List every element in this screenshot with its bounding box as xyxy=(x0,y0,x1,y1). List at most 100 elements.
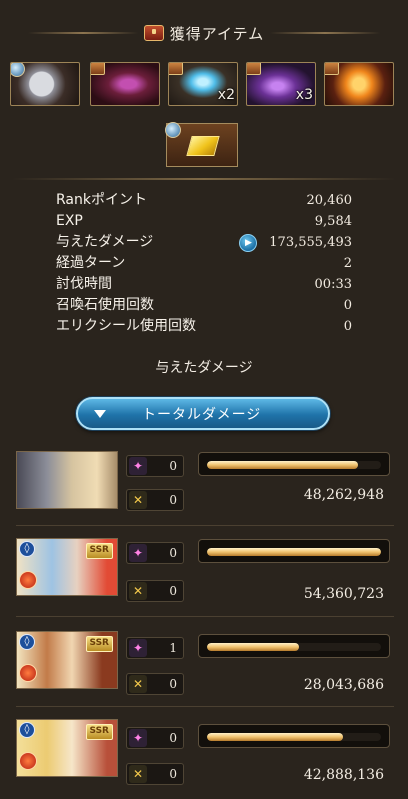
chain-burst-icon: ✕ xyxy=(129,675,147,693)
gauge-track xyxy=(207,461,381,469)
charge-gauge xyxy=(198,724,390,748)
ougi-counter: ✦ 1 xyxy=(126,637,184,659)
party-row: ◊ SSR ✦ 1 ✕ 0 28,043,686 xyxy=(16,631,394,695)
chest-badge-icon xyxy=(325,63,339,75)
ougi-counter: ✦ 0 xyxy=(126,455,184,477)
loot-title: 獲得アイテム xyxy=(169,24,265,43)
stat-row: 与えたダメージ ▶ 173,555,493 xyxy=(56,232,352,253)
header-flourish-left xyxy=(28,32,138,34)
sparkle-icon: ✦ xyxy=(129,639,147,657)
chain-count: 0 xyxy=(169,767,177,781)
fire-element-icon xyxy=(19,752,37,770)
loot-item-1[interactable] xyxy=(10,62,80,106)
stat-row: EXP 9,584 xyxy=(56,211,352,232)
ougi-counter: ✦ 0 xyxy=(126,727,184,749)
stat-label: EXP xyxy=(56,213,83,229)
gauge-fill xyxy=(207,643,300,651)
stat-label: エリクシール使用回数 xyxy=(56,318,196,334)
damage-section-title: 与えたダメージ xyxy=(155,360,253,376)
stat-row: エリクシール使用回数 0 xyxy=(56,316,352,337)
character-portrait[interactable]: ◊ SSR xyxy=(16,538,118,596)
damage-value: 48,262,948 xyxy=(303,487,384,503)
chest-badge-icon xyxy=(169,63,183,75)
row-divider xyxy=(16,525,394,526)
ssr-badge: SSR xyxy=(85,543,113,559)
stat-value: 00:33 xyxy=(314,277,352,292)
loot-item-4[interactable]: x3 xyxy=(246,62,316,106)
row-divider xyxy=(16,616,394,617)
treasure-chest-icon xyxy=(143,25,164,41)
chain-count: 0 xyxy=(169,493,177,507)
ssr-badge: SSR xyxy=(85,724,113,740)
stat-value: 2 xyxy=(343,256,352,271)
sparkle-icon: ✦ xyxy=(129,457,147,475)
ssr-badge: SSR xyxy=(85,636,113,652)
stat-label: 与えたダメージ xyxy=(56,234,154,250)
gauge-fill xyxy=(207,733,343,741)
chest-badge-icon xyxy=(247,63,261,75)
damage-detail-play-icon[interactable]: ▶ xyxy=(239,234,257,252)
total-damage-toggle-button[interactable]: トータルダメージ xyxy=(76,397,330,430)
gauge-track xyxy=(207,733,381,741)
party-row: ◊ SSR ✦ 0 ✕ 0 42,888,136 xyxy=(16,719,394,785)
damage-value: 54,360,723 xyxy=(303,586,384,602)
header-flourish-right xyxy=(270,32,380,34)
ougi-count: 0 xyxy=(169,546,177,560)
stat-value: 0 xyxy=(343,298,352,313)
chain-burst-icon: ✕ xyxy=(129,765,147,783)
stat-row: 召喚石使用回数 0 xyxy=(56,295,352,316)
loot-item-3[interactable]: x2 xyxy=(168,62,238,106)
gauge-fill xyxy=(207,548,381,556)
party-row: ◊ SSR ✦ 0 ✕ 0 54,360,723 xyxy=(16,538,394,602)
loot-header: 獲得アイテム xyxy=(0,16,408,50)
stat-label: 召喚石使用回数 xyxy=(56,297,154,313)
sparkle-icon: ✦ xyxy=(129,544,147,562)
chain-burst-icon: ✕ xyxy=(129,582,147,600)
item-quantity: x2 xyxy=(217,87,235,103)
charge-gauge xyxy=(198,634,390,658)
gold-bar-item[interactable] xyxy=(165,122,238,167)
damage-value: 28,043,686 xyxy=(303,677,384,693)
toggle-label: トータルダメージ xyxy=(142,406,262,423)
battle-stats: Rankポイント 20,460 EXP 9,584 与えたダメージ ▶ 173,… xyxy=(56,190,352,337)
charge-gauge xyxy=(198,452,390,476)
damage-value: 42,888,136 xyxy=(303,767,384,783)
chain-counter: ✕ 0 xyxy=(126,489,184,511)
character-portrait[interactable]: ◊ SSR xyxy=(16,631,118,689)
gauge-track xyxy=(207,643,381,651)
stat-value: 9,584 xyxy=(314,214,352,229)
stat-value: 173,555,493 xyxy=(269,235,352,250)
chain-counter: ✕ 0 xyxy=(126,673,184,695)
stat-label: 討伐時間 xyxy=(56,276,112,292)
row-divider xyxy=(16,706,394,707)
water-element-icon: ◊ xyxy=(19,541,35,557)
gold-bar-icon xyxy=(186,136,220,156)
chain-burst-icon: ✕ xyxy=(129,491,147,509)
stat-row: 討伐時間 00:33 xyxy=(56,274,352,295)
character-portrait[interactable]: ◊ SSR xyxy=(16,719,118,777)
fire-element-icon xyxy=(19,571,37,589)
chain-counter: ✕ 0 xyxy=(126,763,184,785)
charge-gauge xyxy=(198,539,390,563)
ougi-counter: ✦ 0 xyxy=(126,542,184,564)
water-element-icon: ◊ xyxy=(19,634,35,650)
stat-value: 20,460 xyxy=(306,193,353,208)
sparkle-icon: ✦ xyxy=(129,729,147,747)
character-portrait[interactable] xyxy=(16,451,118,509)
loot-item-5[interactable] xyxy=(324,62,394,106)
party-row: ✦ 0 ✕ 0 48,262,948 xyxy=(16,451,394,513)
stat-label: 経過ターン xyxy=(56,255,126,271)
ougi-count: 0 xyxy=(169,731,177,745)
loot-item-2[interactable] xyxy=(90,62,160,106)
fire-element-icon xyxy=(19,664,37,682)
stat-row: 経過ターン 2 xyxy=(56,253,352,274)
gauge-fill xyxy=(207,461,359,469)
chain-count: 0 xyxy=(169,677,177,691)
chain-count: 0 xyxy=(169,584,177,598)
ougi-count: 0 xyxy=(169,459,177,473)
chevron-down-icon xyxy=(94,409,106,418)
chain-counter: ✕ 0 xyxy=(126,580,184,602)
loot-items-row: x2 x3 xyxy=(10,62,400,108)
gem-badge-icon xyxy=(11,63,25,77)
gem-badge-icon xyxy=(165,122,181,138)
